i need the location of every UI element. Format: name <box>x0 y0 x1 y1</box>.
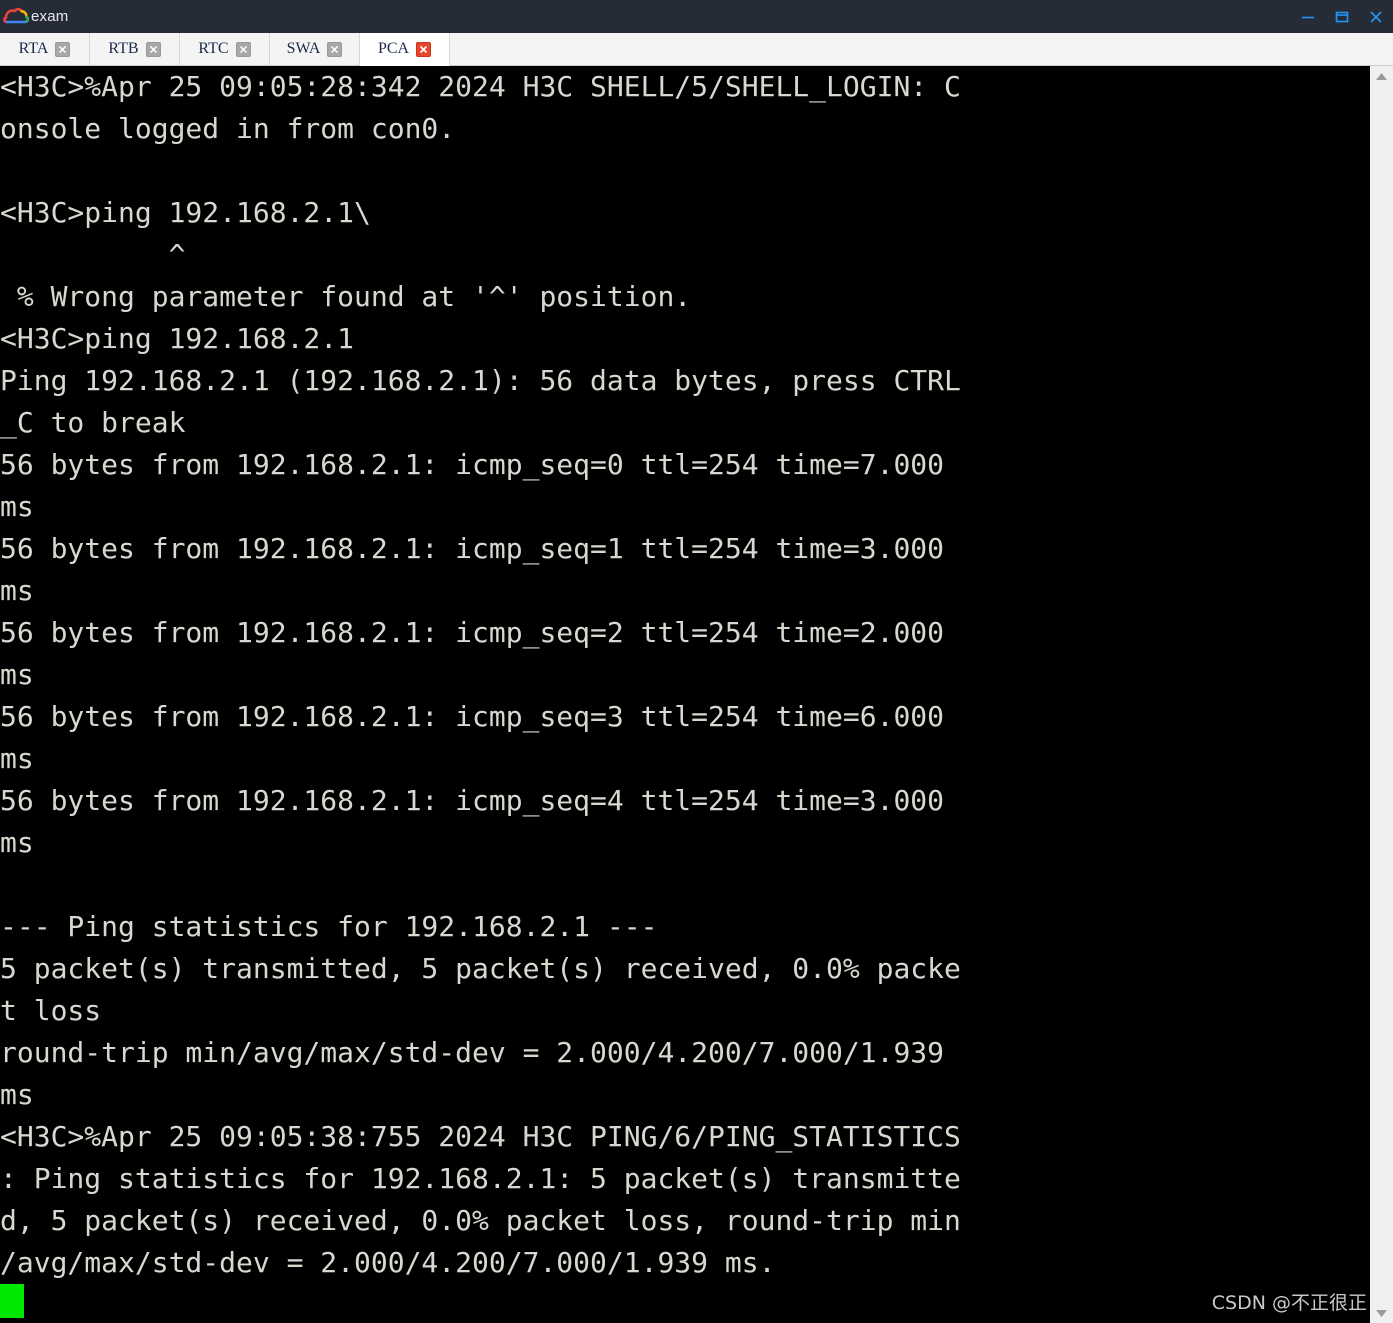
terminal-line: <H3C>%Apr 25 09:05:38:755 2024 H3C PING/… <box>0 1120 961 1153</box>
tab-close-icon[interactable] <box>416 41 432 57</box>
terminal-line: ms <box>0 658 34 691</box>
tab-close-icon[interactable] <box>55 41 71 57</box>
terminal-line: t loss <box>0 994 102 1027</box>
terminal-output[interactable]: <H3C>%Apr 25 09:05:28:342 2024 H3C SHELL… <box>0 66 1369 1323</box>
title-bar: exam <box>0 0 1393 33</box>
tab-rta[interactable]: RTA <box>0 33 90 65</box>
terminal-line: Ping 192.168.2.1 (192.168.2.1): 56 data … <box>0 364 961 397</box>
tab-close-icon[interactable] <box>235 41 251 57</box>
terminal-line: ms <box>0 490 34 523</box>
terminal-cursor-line <box>0 1284 1369 1323</box>
window-title: exam <box>31 8 69 25</box>
tab-label: RTC <box>198 40 229 57</box>
tab-close-icon[interactable] <box>145 41 161 57</box>
maximize-button[interactable] <box>1325 0 1359 33</box>
terminal-line: <H3C>%Apr 25 09:05:28:342 2024 H3C SHELL… <box>0 70 961 103</box>
application-window: exam RTA RTB RTC SWA PCA <H3C>%Apr 25 09… <box>0 0 1393 1323</box>
terminal-line: /avg/max/std-dev = 2.000/4.200/7.000/1.9… <box>0 1246 776 1279</box>
terminal-line: 56 bytes from 192.168.2.1: icmp_seq=1 tt… <box>0 532 945 565</box>
tab-rtb[interactable]: RTB <box>90 33 180 65</box>
terminal-line: ms <box>0 574 34 607</box>
terminal-line: ms <box>0 742 34 775</box>
tab-label: RTA <box>18 40 49 57</box>
vertical-scrollbar[interactable] <box>1369 66 1393 1323</box>
terminal-line: <H3C>ping 192.168.2.1\ <box>0 196 371 229</box>
terminal-line: 56 bytes from 192.168.2.1: icmp_seq=0 tt… <box>0 448 945 481</box>
terminal-line: 56 bytes from 192.168.2.1: icmp_seq=2 tt… <box>0 616 945 649</box>
terminal-line: ^ <box>0 238 186 271</box>
tab-close-icon[interactable] <box>327 41 343 57</box>
terminal-line: % Wrong parameter found at '^' position. <box>0 280 692 313</box>
tab-label: PCA <box>377 40 410 57</box>
tab-rtc[interactable]: RTC <box>180 33 270 65</box>
triangle-up-icon <box>1375 72 1388 81</box>
terminal-line: ms <box>0 826 34 859</box>
terminal-line: _C to break <box>0 406 186 439</box>
triangle-down-icon <box>1375 1309 1388 1318</box>
minimize-icon <box>1300 9 1316 25</box>
tab-bar: RTA RTB RTC SWA PCA <box>0 33 1393 66</box>
terminal-line: 5 packet(s) transmitted, 5 packet(s) rec… <box>0 952 961 985</box>
terminal-line: 56 bytes from 192.168.2.1: icmp_seq=4 tt… <box>0 784 945 817</box>
terminal-line: round-trip min/avg/max/std-dev = 2.000/4… <box>0 1036 945 1069</box>
minimize-button[interactable] <box>1291 0 1325 33</box>
terminal-line: 56 bytes from 192.168.2.1: icmp_seq=3 tt… <box>0 700 945 733</box>
terminal-line: --- Ping statistics for 192.168.2.1 --- <box>0 910 658 943</box>
terminal-line: : Ping statistics for 192.168.2.1: 5 pac… <box>0 1162 961 1195</box>
terminal-line: d, 5 packet(s) received, 0.0% packet los… <box>0 1204 961 1237</box>
terminal-line: <H3C>ping 192.168.2.1 <box>0 322 355 355</box>
close-icon <box>1368 9 1384 25</box>
scroll-down-button[interactable] <box>1370 1303 1393 1323</box>
cloud-logo-icon <box>3 7 30 27</box>
block-cursor <box>0 1284 24 1318</box>
close-button[interactable] <box>1359 0 1393 33</box>
scrollbar-track[interactable] <box>1370 86 1393 1303</box>
terminal-area: <H3C>%Apr 25 09:05:28:342 2024 H3C SHELL… <box>0 66 1393 1323</box>
tab-label: RTB <box>108 40 139 57</box>
terminal-line: ms <box>0 1078 34 1111</box>
tab-swa[interactable]: SWA <box>270 33 360 65</box>
tab-label: SWA <box>286 40 321 57</box>
window-controls <box>1291 0 1393 33</box>
terminal-line: onsole logged in from con0. <box>0 112 456 145</box>
tab-pca[interactable]: PCA <box>360 33 450 66</box>
maximize-icon <box>1334 9 1350 25</box>
scroll-up-button[interactable] <box>1370 66 1393 86</box>
